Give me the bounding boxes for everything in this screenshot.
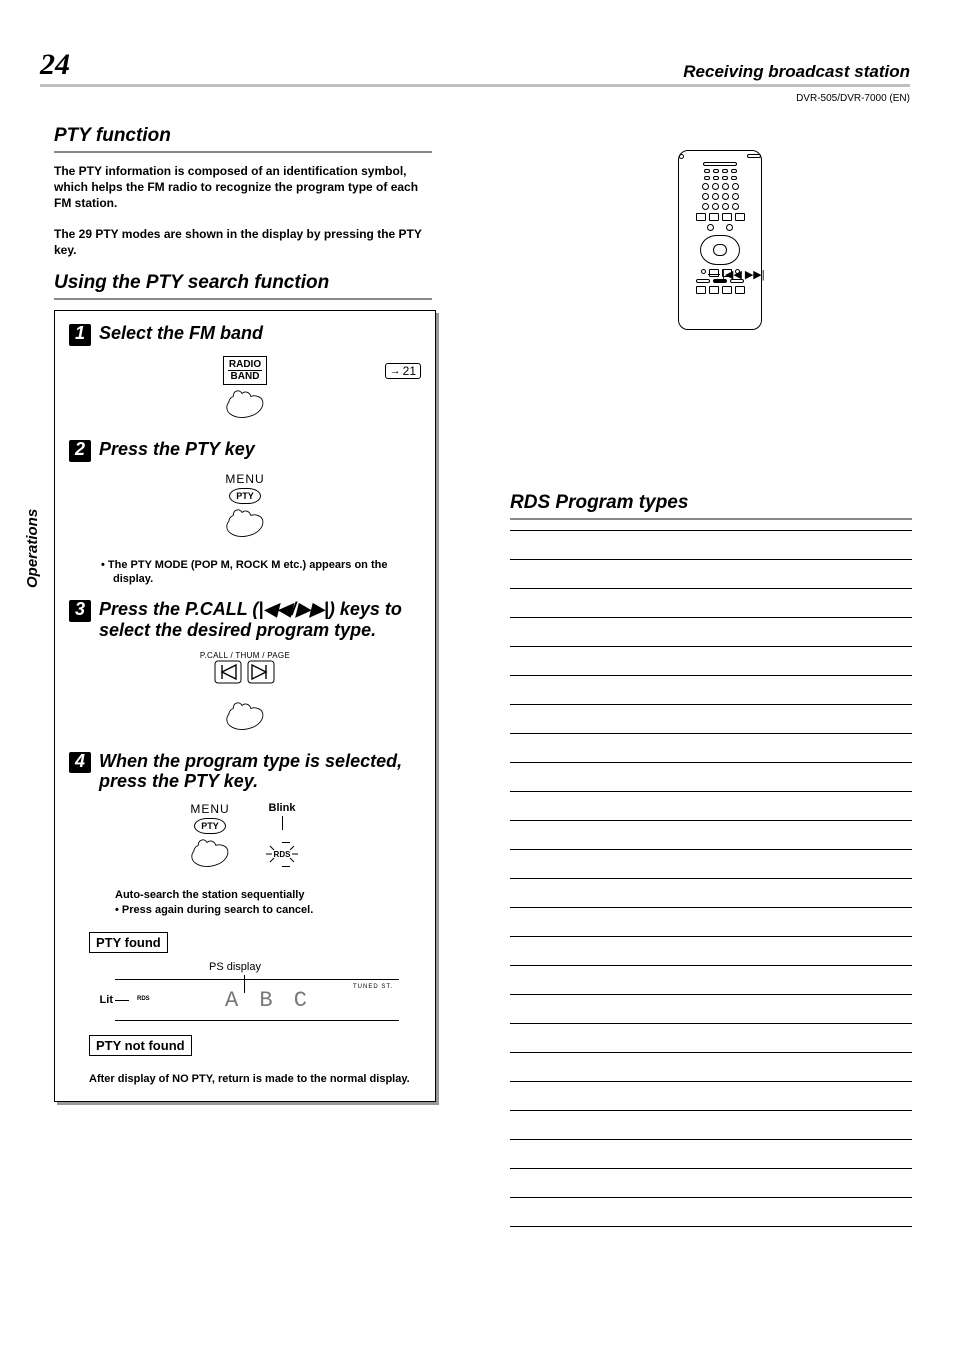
step-3-badge: 3 [69,600,91,622]
step-2-note: The PTY MODE (POP M, ROCK M etc.) appear… [113,558,421,588]
section-using-pty-search: Using the PTY search function [54,272,438,294]
hand-icon [223,383,267,423]
skip-prev-icon: |◀◀ [258,599,291,619]
step-3-title: Press the P.CALL (|◀◀/▶▶|) keys to selec… [99,599,421,640]
display-readout: A B C [225,988,311,1013]
pty-not-found-box: PTY not found [89,1035,192,1056]
remote-skip-keys-callout: |◀◀ ▶▶| [722,268,765,281]
step-2-title: Press the PTY key [99,439,421,460]
step-2-badge: 2 [69,440,91,462]
hand-icon [223,502,267,542]
intro-paragraph-1: The PTY information is composed of an id… [54,163,432,212]
right-column: |◀◀ ▶▶| RDS Program types [510,150,912,1255]
section-pty-function: PTY function [54,125,438,147]
step-4-title: When the program type is selected, press… [99,751,421,792]
pointer-line [115,1000,129,1001]
pcall-buttons [69,660,421,691]
auto-search-line-1: Auto-search the station sequentially [115,888,421,903]
svg-text:RDS: RDS [274,850,292,859]
header-rule [40,84,910,87]
step-1-page-ref: 21 [385,363,421,379]
pcall-label: P.CALL / THUM / PAGE [69,651,421,660]
rule [54,298,432,300]
step-2-illustration: MENU PTY [69,472,421,542]
model-line: DVR-505/DVR-7000 (EN) [796,93,910,104]
step-1-badge: 1 [69,324,91,346]
blink-label: Blink [262,802,302,814]
step-1-illustration: RADIO BAND [69,356,421,423]
after-not-found-text: After display of NO PTY, return is made … [89,1072,421,1087]
step-4-illustration: MENU PTY Blink RDS [69,802,421,872]
hand-icon [188,832,232,872]
pty-found-box: PTY found [89,932,168,953]
step-4-badge: 4 [69,752,91,774]
tuned-st-indicator: TUNED ST. [353,984,393,990]
step-1-head: 1 Select the FM band [69,323,421,346]
menu-arc-label: MENU [188,802,232,816]
step-3-illustration: P.CALL / THUM / PAGE [69,651,421,735]
step-4-head: 4 When the program type is selected, pre… [69,751,421,792]
left-column: PTY function The PTY information is comp… [54,125,438,1102]
rds-blink-indicator: RDS [262,842,302,866]
rds-indicator: RDS [137,996,150,1002]
menu-arc-label: MENU [223,472,267,486]
pointer-line [282,816,283,830]
auto-search-line-2: Press again during search to cancel. [115,903,421,918]
side-tab-operations: Operations [24,509,41,588]
radio-label: RADIO [228,359,262,370]
rds-types-rule-area [510,530,912,1255]
page-number: 24 [40,48,70,82]
pty-button-icon: PTY [194,818,226,834]
step-3-title-a: Press the P.CALL ( [99,599,258,619]
remote-control-illustration [678,150,762,330]
pty-button-icon: PTY [229,488,261,504]
steps-box: 1 Select the FM band 21 RADIO BAND 2 Pre… [54,310,436,1102]
section-rds-program-types: RDS Program types [510,492,912,514]
step-2-head: 2 Press the PTY key [69,439,421,462]
skip-next-icon: ▶▶| [296,599,329,619]
band-label: BAND [228,370,262,382]
lit-label: Lit [100,994,113,1006]
step-1-title: Select the FM band [99,323,421,344]
step-3-head: 3 Press the P.CALL (|◀◀/▶▶|) keys to sel… [69,599,421,640]
rule [510,518,912,520]
page-title: Receiving broadcast station [683,62,910,82]
display-panel: Lit RDS A B C TUNED ST. [115,979,399,1021]
rule [54,151,432,153]
hand-icon [223,695,267,735]
ps-display-label: PS display [209,961,421,973]
auto-search-text: Auto-search the station sequentially Pre… [115,888,421,918]
intro-paragraph-2: The 29 PTY modes are shown in the displa… [54,226,432,258]
